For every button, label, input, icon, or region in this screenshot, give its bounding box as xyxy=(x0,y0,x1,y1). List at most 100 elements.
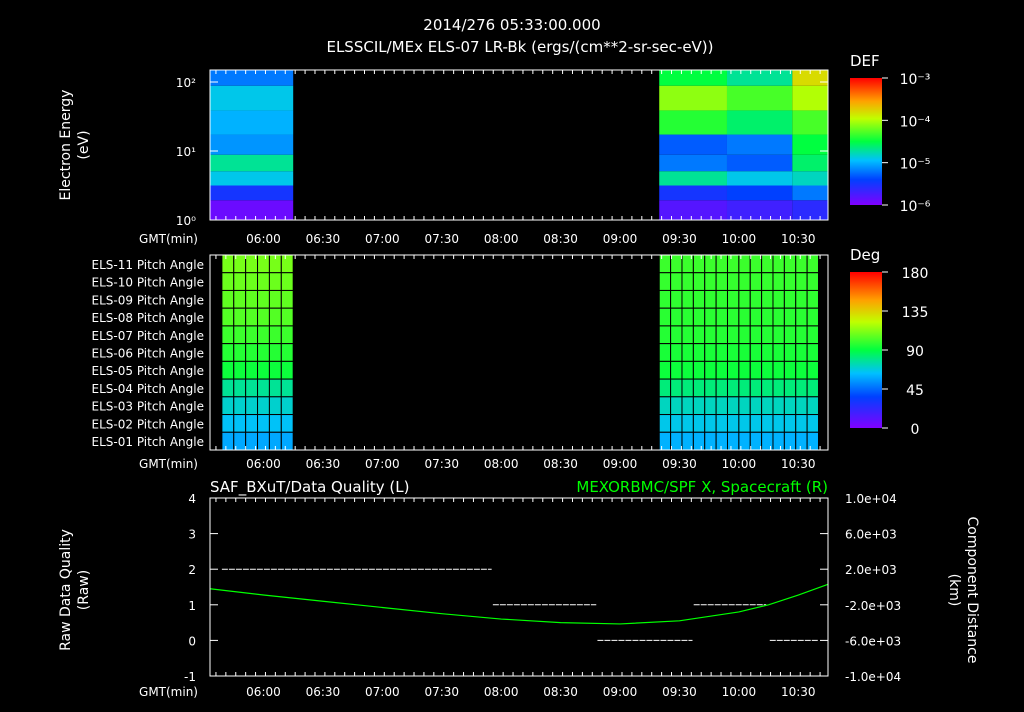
colorbar-tick-label: 10⁻⁶ xyxy=(900,199,931,215)
pitch-angle-cell xyxy=(749,343,763,362)
row-label: ELS-04 Pitch Angle xyxy=(92,382,204,396)
colorbar-tick-label: 0 xyxy=(911,422,920,438)
row-label: ELS-11 Pitch Angle xyxy=(92,258,204,272)
pitch-angle-cell xyxy=(233,272,247,291)
pitch-angle-cell xyxy=(806,254,819,274)
pitch-angle-cell xyxy=(280,272,294,291)
pitch-angle-cell xyxy=(783,325,797,345)
pitch-angle-cell xyxy=(280,343,294,362)
spectrogram-cell xyxy=(210,69,294,86)
x-tick-label: 07:00 xyxy=(365,457,400,471)
row-label: ELS-07 Pitch Angle xyxy=(92,329,204,343)
pitch-angle-cell xyxy=(772,431,785,451)
pitch-angle-cell xyxy=(761,307,774,327)
pitch-angle-cell xyxy=(233,307,247,327)
row-label: ELS-10 Pitch Angle xyxy=(92,276,204,290)
pitch-angle-cell xyxy=(704,396,717,416)
x-tick-label: 09:00 xyxy=(603,457,638,471)
pitch-angle-cell xyxy=(806,431,819,451)
pitch-angle-cell xyxy=(257,325,270,345)
pitch-angle-cell xyxy=(761,378,774,398)
pitch-angle-cell xyxy=(692,396,706,416)
pitch-angle-cell xyxy=(704,378,717,398)
spectrogram-cell xyxy=(659,200,727,220)
pitch-angle-cell xyxy=(245,360,259,380)
pitch-angle-cell xyxy=(221,431,235,451)
pitch-angle-cell xyxy=(806,343,819,362)
row-label: ELS-01 Pitch Angle xyxy=(92,435,204,449)
y-tick-label: 0 xyxy=(188,634,196,648)
pitch-angle-cell xyxy=(233,378,247,398)
pitch-angle-cell xyxy=(806,396,819,416)
pitch-angle-cell xyxy=(233,325,247,345)
pitch-angle-cell xyxy=(221,307,235,327)
pitch-angle-cell xyxy=(245,307,259,327)
pitch-angle-cell xyxy=(772,272,785,291)
x-tick-label: 09:30 xyxy=(662,232,697,246)
pitch-angle-cell xyxy=(257,289,270,309)
pitch-angle-cell xyxy=(715,378,728,398)
x-tick-label: 07:30 xyxy=(424,232,459,246)
pitch-angle-cell xyxy=(221,378,235,398)
pitch-angle-cell xyxy=(772,254,785,274)
pitch-angle-cell xyxy=(268,272,282,291)
spectrogram-cell xyxy=(659,154,727,172)
spectrogram-cell xyxy=(792,185,828,201)
y-axis-units: (Raw) xyxy=(76,570,92,610)
pitch-angle-cell xyxy=(257,396,270,416)
pitch-angle-cell xyxy=(257,254,270,274)
pitch-angle-cell xyxy=(749,272,763,291)
pitch-angle-cell xyxy=(257,360,270,380)
pitch-angle-cell xyxy=(704,360,717,380)
pitch-angle-cell xyxy=(806,272,819,291)
pitch-angle-cell xyxy=(704,414,717,433)
pitch-angle-cell xyxy=(268,343,282,362)
pitch-angle-panel: GMT(min) 06:00 06:30 07:00 07:30 08:00 08:30 09… xyxy=(92,246,929,471)
x-tick-label: 08:00 xyxy=(484,685,519,699)
pitch-angle-cell xyxy=(795,396,808,416)
spectrogram-cell xyxy=(726,134,793,155)
pitch-angle-cell xyxy=(726,254,740,274)
pitch-angle-cell xyxy=(692,307,706,327)
data-quality-panel: SAF_BXuT/Data Quality (L) MEXORBMC/SPF X,… xyxy=(58,478,980,699)
x-tick-label: 10:00 xyxy=(722,457,757,471)
pitch-angle-cell xyxy=(704,254,717,274)
y2-tick-label: -6.0e+03 xyxy=(845,634,901,648)
pitch-angle-cell xyxy=(795,343,808,362)
pitch-angle-cell xyxy=(221,343,235,362)
pitch-angle-cell xyxy=(670,396,683,416)
pitch-angle-cell xyxy=(738,307,751,327)
pitch-angle-cell xyxy=(670,289,683,309)
x-tick-label: 08:30 xyxy=(543,457,578,471)
pitch-angle-cell xyxy=(670,378,683,398)
x-tick-label: 07:00 xyxy=(365,232,400,246)
spectrogram-cell xyxy=(210,110,294,135)
spectrogram-cell xyxy=(792,134,828,155)
pitch-angle-cell xyxy=(245,414,259,433)
pitch-angle-cell xyxy=(257,307,270,327)
pitch-angle-cell xyxy=(681,289,694,309)
y-tick-label: 4 xyxy=(188,492,196,506)
pitch-angle-cell xyxy=(738,414,751,433)
x-tick-label: 09:30 xyxy=(662,685,697,699)
pitch-angle-cell xyxy=(257,272,270,291)
pitch-angle-cell xyxy=(738,378,751,398)
x-tick-label: 10:30 xyxy=(781,685,816,699)
pitch-angle-cell xyxy=(783,289,797,309)
pitch-angle-cell xyxy=(658,325,672,345)
pitch-angle-cell xyxy=(783,360,797,380)
x-tick-label: 06:00 xyxy=(246,232,281,246)
x-tick-label: 07:30 xyxy=(424,685,459,699)
pitch-angle-cell xyxy=(749,325,763,345)
pitch-angle-cell xyxy=(726,396,740,416)
pitch-angle-cell xyxy=(658,378,672,398)
pitch-angle-cell xyxy=(715,414,728,433)
colorbar-tick-label: 10⁻³ xyxy=(900,72,931,88)
spectrogram-cell xyxy=(792,85,828,111)
pitch-angle-cell xyxy=(749,307,763,327)
pitch-angle-cell xyxy=(670,343,683,362)
spectrogram-cell xyxy=(726,185,793,201)
pitch-angle-cell xyxy=(658,289,672,309)
pitch-angle-cell xyxy=(795,289,808,309)
pitch-angle-cell xyxy=(221,272,235,291)
